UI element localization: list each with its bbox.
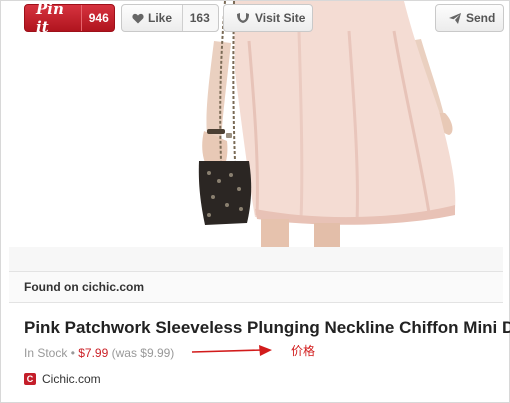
pin-it-button[interactable]: Pin it 946 bbox=[24, 0, 115, 36]
pin-count: 946 bbox=[80, 5, 114, 31]
source-link[interactable]: C Cichic.com bbox=[24, 371, 101, 387]
like-button[interactable]: Like 163 bbox=[121, 4, 219, 32]
visit-site-button[interactable]: Visit Site bbox=[223, 4, 313, 32]
like-action[interactable]: Like bbox=[122, 5, 182, 31]
image-footer-space bbox=[9, 247, 503, 271]
price-line: In Stock • $7.99 (was $9.99) bbox=[24, 346, 174, 362]
visit-site-label: Visit Site bbox=[255, 11, 306, 25]
cichic-logo-icon: C bbox=[24, 373, 36, 385]
like-count: 163 bbox=[181, 5, 218, 31]
price-separator: • bbox=[67, 346, 79, 360]
pin-card: Pin it 946 Like 163 Visit Site Send Foun… bbox=[0, 0, 510, 403]
like-label: Like bbox=[148, 11, 173, 25]
send-label: Send bbox=[466, 11, 496, 25]
stock-status: In Stock bbox=[24, 346, 68, 360]
heart-icon bbox=[132, 13, 144, 23]
current-price: $7.99 bbox=[78, 346, 109, 360]
send-button[interactable]: Send bbox=[435, 4, 504, 32]
product-title[interactable]: Pink Patchwork Sleeveless Plunging Neckl… bbox=[24, 318, 510, 340]
annotation-label: 价格 bbox=[291, 344, 316, 358]
paper-plane-icon bbox=[449, 12, 461, 24]
pin-it-label: Pin it bbox=[36, 0, 64, 36]
was-price: (was $9.99) bbox=[111, 346, 175, 360]
source-name: Cichic.com bbox=[42, 372, 101, 386]
found-on-text: Found on cichic.com bbox=[24, 280, 145, 294]
annotation-arrow bbox=[191, 345, 272, 356]
found-on-row[interactable]: Found on cichic.com bbox=[9, 271, 503, 303]
action-toolbar: Pin it 946 Like 163 Visit Site Send bbox=[1, 0, 510, 39]
visit-site-icon bbox=[237, 13, 249, 23]
